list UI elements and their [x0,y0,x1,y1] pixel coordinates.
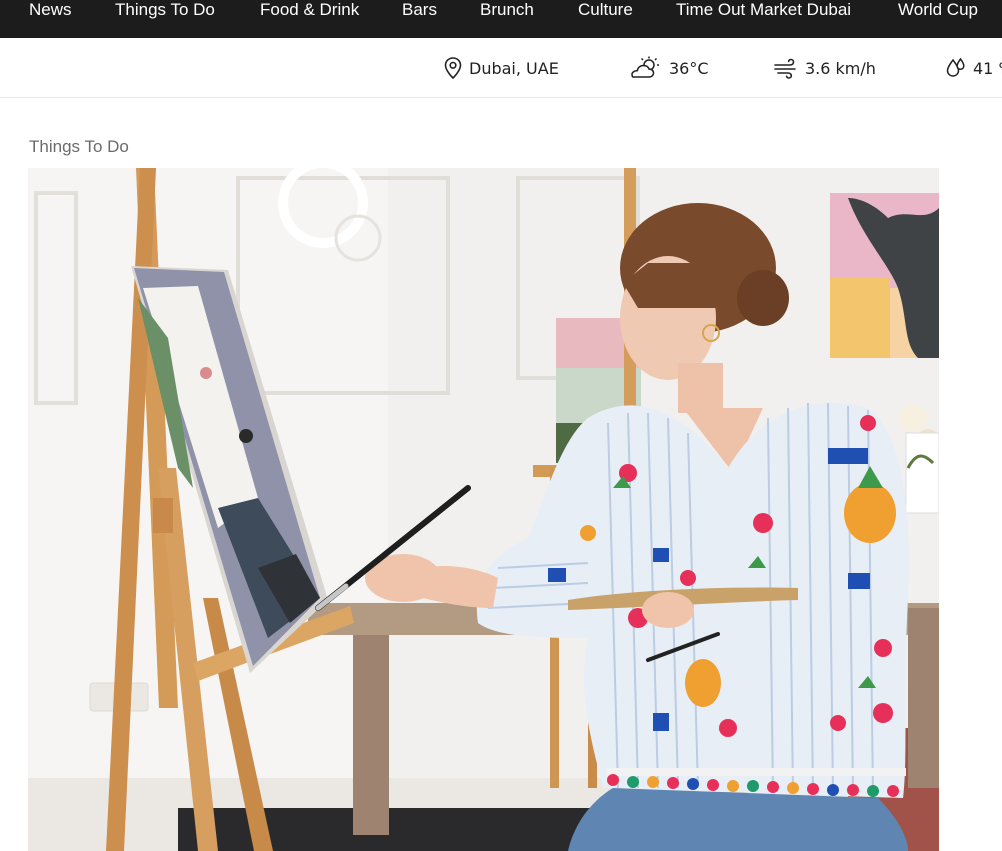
location-text: Dubai, UAE [469,58,559,78]
humidity-text: 41 % [973,58,1002,78]
top-navigation-bar: News Things To Do Food & Drink Bars Brun… [0,0,1002,38]
location-info: Dubai, UAE [443,55,559,81]
temperature-info: 36°C [629,55,709,81]
location-weather-bar: Dubai, UAE 36°C 3.6 km/h 41 % [0,38,1002,98]
nav-item-world-cup[interactable]: World Cup [898,0,978,20]
wind-text: 3.6 km/h [805,58,876,78]
nav-item-food-drink[interactable]: Food & Drink [260,0,359,20]
wind-icon [774,58,796,79]
partly-cloudy-icon [631,56,659,78]
breadcrumb[interactable]: Things To Do [29,137,129,157]
location-pin-icon [444,57,462,80]
nav-item-things-to-do[interactable]: Things To Do [115,0,215,20]
nav-item-brunch[interactable]: Brunch [480,0,534,20]
nav-item-news[interactable]: News [29,0,72,20]
hero-illustration [28,168,939,851]
nav-item-time-out-market-dubai[interactable]: Time Out Market Dubai [676,0,851,20]
nav-item-bars[interactable]: Bars [402,0,437,20]
humidity-drops-icon [946,57,965,77]
wind-info: 3.6 km/h [773,55,876,81]
nav-item-culture[interactable]: Culture [578,0,633,20]
hero-image [28,168,939,851]
humidity-info: 41 % [945,55,1002,81]
temperature-text: 36°C [669,58,709,78]
